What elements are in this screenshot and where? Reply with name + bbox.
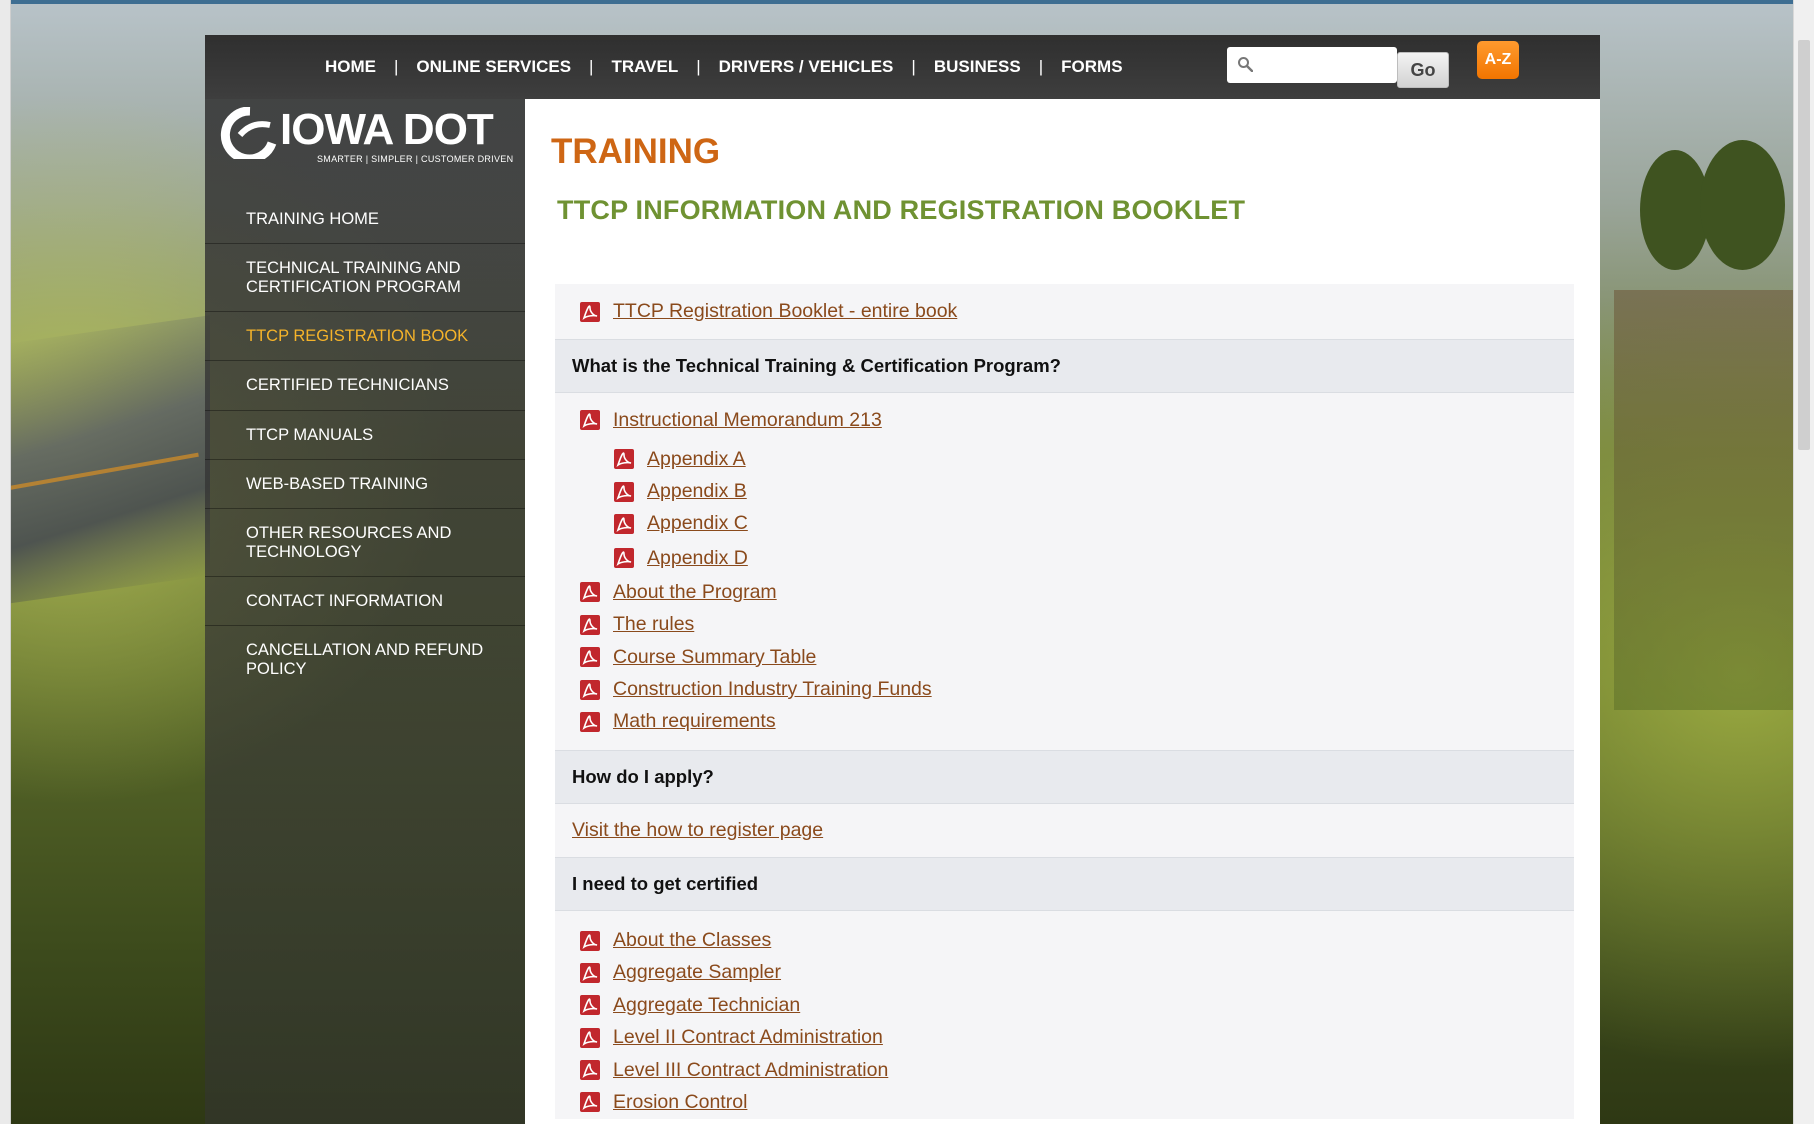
link-appendix-c[interactable]: Appendix C xyxy=(647,512,748,535)
list-item: Instructional Memorandum 213 xyxy=(555,393,1574,443)
pdf-icon xyxy=(614,513,634,534)
list-item: TTCP Registration Booklet - entire book xyxy=(555,284,1574,339)
background-tree xyxy=(1700,140,1785,270)
link-appendix-a[interactable]: Appendix A xyxy=(647,448,746,471)
list-item: About the Classes xyxy=(555,911,1574,957)
pdf-icon xyxy=(580,711,600,732)
link-appendix-d[interactable]: Appendix D xyxy=(647,547,748,570)
main-content: TRAINING TTCP INFORMATION AND REGISTRATI… xyxy=(525,99,1600,1124)
search-box[interactable] xyxy=(1227,47,1397,83)
list-item: Course Summary Table xyxy=(555,641,1574,673)
link-how-to-register[interactable]: Visit the how to register page xyxy=(572,819,823,842)
page-subtitle: TTCP INFORMATION AND REGISTRATION BOOKLE… xyxy=(557,195,1246,225)
nav-separator: | xyxy=(1038,57,1044,76)
list-item: Appendix C xyxy=(555,508,1574,540)
search-icon xyxy=(1238,57,1253,72)
link-about-the-classes[interactable]: About the Classes xyxy=(613,929,771,952)
sidebar-nav: TRAINING HOME TECHNICAL TRAINING AND CER… xyxy=(205,195,525,693)
list-item: About the Program xyxy=(555,576,1574,608)
pdf-icon xyxy=(614,548,634,569)
nav-online-services[interactable]: ONLINE SERVICES xyxy=(416,57,571,77)
iowa-dot-logo-icon xyxy=(220,107,277,159)
link-about-the-program[interactable]: About the Program xyxy=(613,581,777,604)
link-construction-industry-training-funds[interactable]: Construction Industry Training Funds xyxy=(613,678,932,701)
search-go-button[interactable]: Go xyxy=(1397,52,1449,88)
sidebar-item-certified-technicians[interactable]: CERTIFIED TECHNICIANS xyxy=(205,360,525,410)
nav-separator: | xyxy=(589,57,594,76)
page-scrollbar[interactable] xyxy=(1793,0,1814,1124)
nav-separator: | xyxy=(911,57,916,76)
list-item: Math requirements xyxy=(555,706,1574,750)
pdf-icon xyxy=(614,449,634,470)
list-item: Appendix A xyxy=(555,443,1574,475)
pdf-icon xyxy=(580,614,600,635)
link-aggregate-sampler[interactable]: Aggregate Sampler xyxy=(613,961,781,984)
sidebar-item-other-resources[interactable]: OTHER RESOURCES AND TECHNOLOGY xyxy=(205,508,525,576)
sidebar-item-ttcp-manuals[interactable]: TTCP MANUALS xyxy=(205,410,525,459)
pdf-icon xyxy=(580,1092,600,1113)
pdf-icon xyxy=(580,679,600,700)
link-erosion-control[interactable]: Erosion Control xyxy=(613,1091,747,1114)
nav-forms[interactable]: FORMS xyxy=(1061,57,1122,77)
sidebar-item-technical-training[interactable]: TECHNICAL TRAINING AND CERTIFICATION PRO… xyxy=(205,243,525,311)
nav-home[interactable]: HOME xyxy=(325,57,376,77)
list-item: Construction Industry Training Funds xyxy=(555,673,1574,705)
section-heading: What is the Technical Training & Certifi… xyxy=(555,339,1574,393)
top-accent-bar xyxy=(0,0,1814,4)
pdf-icon xyxy=(580,1060,600,1081)
logo-tagline: SMARTER | SIMPLER | CUSTOMER DRIVEN xyxy=(317,154,514,164)
section-heading: I need to get certified xyxy=(555,856,1574,911)
main-nav: HOME | ONLINE SERVICES | TRAVEL | DRIVER… xyxy=(325,35,1123,99)
list-item: Appendix B xyxy=(555,475,1574,507)
nav-separator: | xyxy=(394,57,399,76)
pdf-icon xyxy=(580,582,600,603)
sidebar-item-contact-information[interactable]: CONTACT INFORMATION xyxy=(205,576,525,625)
list-item: The rules xyxy=(555,609,1574,641)
scrollbar-thumb[interactable] xyxy=(1798,40,1810,450)
sidebar-item-ttcp-registration-book[interactable]: TTCP REGISTRATION BOOK xyxy=(205,311,525,360)
sidebar-item-web-based-training[interactable]: WEB-BASED TRAINING xyxy=(205,459,525,508)
iowa-dot-logo[interactable]: IOWA DOT SMARTER | SIMPLER | CUSTOMER DR… xyxy=(220,105,513,167)
list-item: Erosion Control xyxy=(555,1086,1574,1118)
link-level-ii-contract-administration[interactable]: Level II Contract Administration xyxy=(613,1026,883,1049)
list-item: Aggregate Technician xyxy=(555,989,1574,1021)
pdf-icon xyxy=(580,962,600,983)
link-math-requirements[interactable]: Math requirements xyxy=(613,710,776,733)
link-appendix-b[interactable]: Appendix B xyxy=(647,480,747,503)
background-field xyxy=(1614,290,1814,710)
top-navigation-bar: HOME | ONLINE SERVICES | TRAVEL | DRIVER… xyxy=(205,35,1600,99)
nav-drivers-vehicles[interactable]: DRIVERS / VEHICLES xyxy=(719,57,894,77)
link-instructional-memorandum[interactable]: Instructional Memorandum 213 xyxy=(613,409,882,432)
sidebar: IOWA DOT SMARTER | SIMPLER | CUSTOMER DR… xyxy=(205,99,525,1124)
list-item: Level II Contract Administration xyxy=(555,1022,1574,1054)
a-z-index-button[interactable]: A-Z xyxy=(1477,41,1519,79)
link-course-summary-table[interactable]: Course Summary Table xyxy=(613,646,816,669)
sidebar-item-training-home[interactable]: TRAINING HOME xyxy=(205,195,525,243)
pdf-icon xyxy=(580,1027,600,1048)
link-ttcp-registration-booklet[interactable]: TTCP Registration Booklet - entire book xyxy=(613,300,957,323)
link-level-iii-contract-administration[interactable]: Level III Contract Administration xyxy=(613,1059,888,1082)
pdf-icon xyxy=(580,647,600,668)
pdf-icon xyxy=(580,301,600,322)
link-aggregate-technician[interactable]: Aggregate Technician xyxy=(613,994,800,1017)
nav-business[interactable]: BUSINESS xyxy=(934,57,1021,77)
link-the-rules[interactable]: The rules xyxy=(613,613,694,636)
pdf-icon xyxy=(580,410,600,430)
list-item: Visit the how to register page xyxy=(555,804,1574,857)
left-scrollbar[interactable] xyxy=(0,0,11,1124)
page-title: TRAINING xyxy=(551,132,721,171)
list-item: Level III Contract Administration xyxy=(555,1054,1574,1086)
logo-text: IOWA DOT xyxy=(280,105,494,154)
pdf-icon xyxy=(580,995,600,1016)
section-heading: How do I apply? xyxy=(555,749,1574,804)
nav-travel[interactable]: TRAVEL xyxy=(611,57,678,77)
nav-separator: | xyxy=(696,57,701,76)
pdf-icon xyxy=(614,481,634,502)
search-input[interactable] xyxy=(1263,53,1387,79)
list-item: Aggregate Sampler xyxy=(555,957,1574,989)
pdf-icon xyxy=(580,930,600,951)
sidebar-item-cancellation-refund[interactable]: CANCELLATION AND REFUND POLICY xyxy=(205,625,525,693)
list-item: Appendix D xyxy=(555,540,1574,576)
document-list: TTCP Registration Booklet - entire book … xyxy=(555,284,1574,1119)
